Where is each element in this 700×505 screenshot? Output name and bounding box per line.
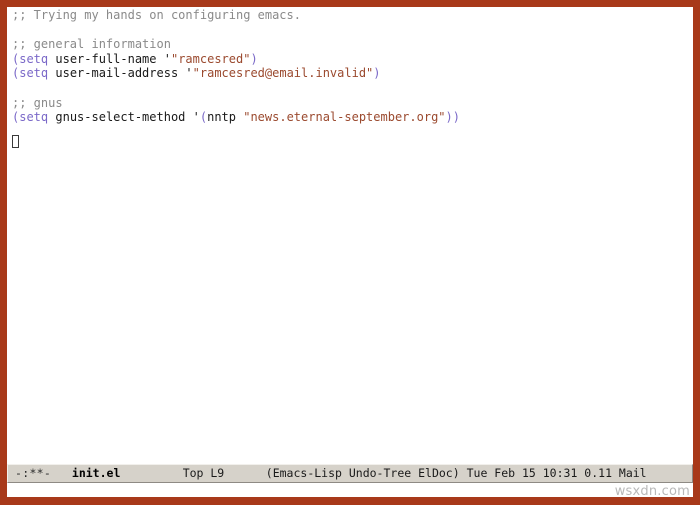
minibuffer-text (36, 496, 41, 497)
code-token-paren: ) (373, 66, 381, 81)
code-token-paren: )) (445, 110, 460, 125)
code-token-keyword: setq (19, 110, 49, 125)
code-token-comment: ;; general information (12, 37, 171, 52)
code-line: ;; Trying my hands on configuring emacs. (12, 8, 460, 23)
code-token-symbol: gnus-select-method (48, 110, 193, 125)
left-fringe (7, 7, 11, 462)
code-line: ;; general information (12, 37, 460, 52)
code-token-symbol: nntp (207, 110, 244, 125)
code-token-string: "news.eternal-september.org" (243, 110, 446, 125)
code-line: ​ (12, 81, 460, 96)
code-token-quote: ' (163, 51, 171, 66)
mode-line-spacer (51, 466, 72, 480)
code-line: (setq gnus-select-method '(nntp "news.et… (12, 110, 460, 125)
emacs-frame-interior: ;; Trying my hands on configuring emacs.… (7, 7, 693, 497)
code-token-comment: ;; Trying my hands on configuring emacs. (12, 8, 301, 22)
code-token-paren: ) (250, 51, 258, 66)
mode-line-misc-info: Tue Feb 15 10:31 0.11 Mail (466, 466, 647, 480)
code-line: ​ (12, 125, 460, 140)
mode-line-spacer (224, 466, 266, 480)
code-line: (setq user-mail-address '"ramcesred@emai… (12, 66, 460, 81)
mode-line-modes: (Emacs-Lisp Undo-Tree ElDoc) (265, 466, 460, 480)
code-token-symbol: user-mail-address (48, 66, 186, 81)
code-line: (setq user-full-name '"ramcesred") (12, 52, 460, 67)
text-cursor (12, 135, 19, 148)
code-line: ;; gnus (12, 96, 460, 111)
code-token-string: "ramcesred" (170, 51, 251, 66)
minibuffer[interactable] (7, 484, 693, 497)
code-token-keyword: setq (19, 51, 49, 66)
code-line: ​ (12, 23, 460, 38)
code-token-quote: ' (192, 110, 200, 125)
mode-line-position: Top L9 (182, 466, 225, 480)
code-token-keyword: setq (19, 66, 49, 81)
site-watermark: wsxdn.com (614, 484, 690, 499)
code-token-comment: ;; gnus (12, 95, 63, 110)
elisp-source-code[interactable]: ;; Trying my hands on configuring emacs.… (12, 8, 460, 139)
mode-line[interactable]: -:**- init.el Top L9 (Emacs-Lisp Undo-Tr… (7, 464, 693, 483)
mode-line-content: -:**- init.el Top L9 (Emacs-Lisp Undo-Tr… (15, 465, 647, 482)
buffer-text-area[interactable]: ;; Trying my hands on configuring emacs.… (7, 7, 693, 462)
code-token-string: "ramcesred@email.invalid" (192, 66, 374, 81)
code-token-symbol: user-full-name (48, 51, 164, 66)
code-token-quote: ' (185, 66, 193, 81)
mode-line-spacer (120, 466, 182, 480)
mode-line-spacer (460, 466, 467, 480)
mode-line-buffer-name: init.el (71, 466, 121, 480)
mode-line-flags: -:**- (15, 466, 52, 480)
